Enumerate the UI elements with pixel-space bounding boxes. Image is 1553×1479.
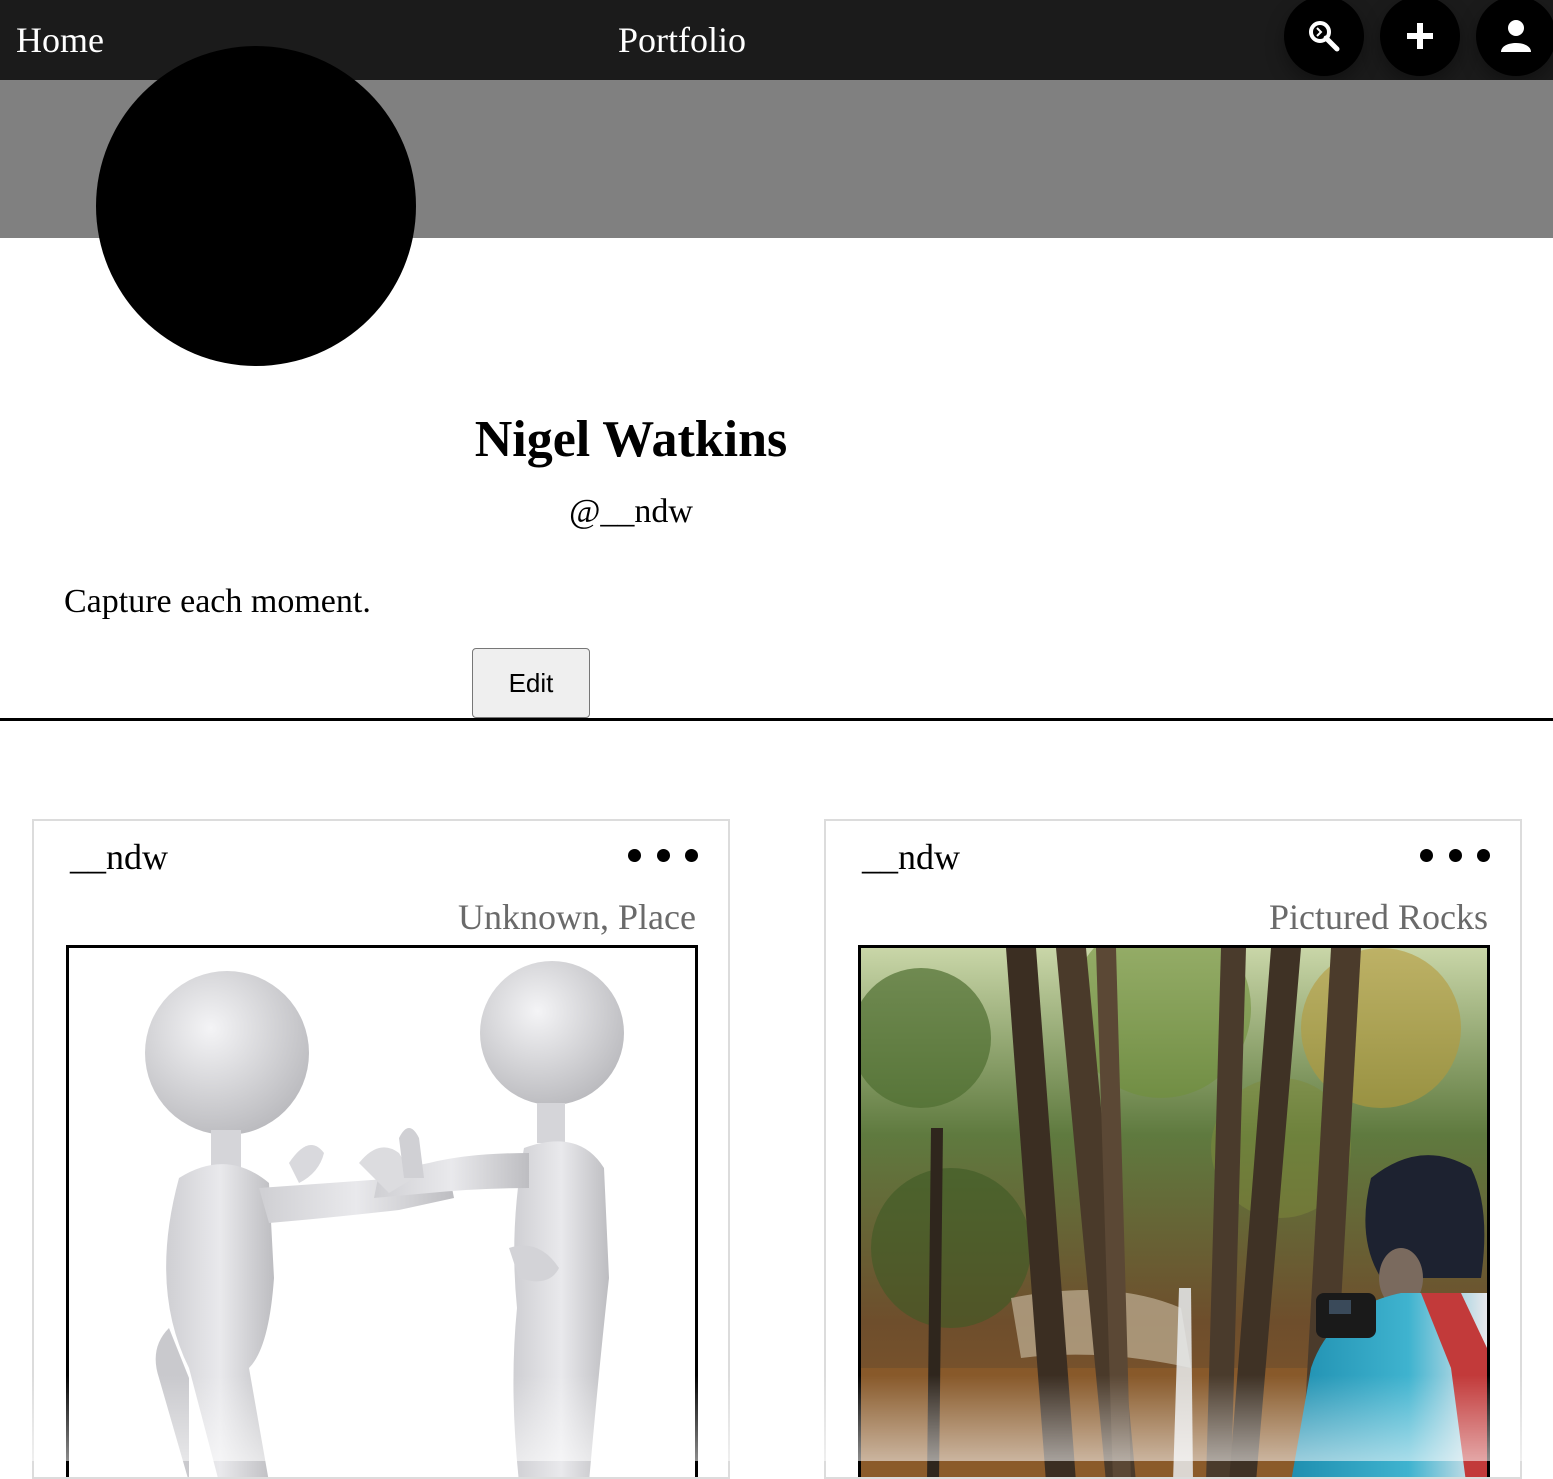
add-post-button[interactable]: [1380, 0, 1460, 76]
search-icon: [1306, 18, 1342, 54]
user-icon: [1499, 18, 1533, 54]
page-title: Portfolio: [618, 20, 747, 60]
post-photo[interactable]: [858, 945, 1490, 1477]
edit-profile-button[interactable]: Edit: [472, 648, 590, 718]
post-location: Unknown, Place: [458, 897, 696, 937]
more-dot-icon: [1477, 848, 1490, 862]
post-card: __ndw Pictured Rocks: [824, 819, 1522, 1479]
profile-button[interactable]: [1476, 0, 1553, 76]
more-dot-icon: [1420, 848, 1433, 862]
profile-bio: Capture each moment.: [64, 583, 371, 620]
search-button[interactable]: [1284, 0, 1364, 76]
post-username[interactable]: __ndw: [70, 835, 168, 879]
post-card: __ndw Unknown, Place: [32, 819, 730, 1479]
more-options-button[interactable]: [628, 843, 698, 867]
post-photo[interactable]: [66, 945, 698, 1477]
more-dot-icon: [628, 848, 641, 862]
post-username[interactable]: __ndw: [862, 835, 960, 879]
profile-name: Nigel Watkins: [474, 411, 788, 468]
post-location: Pictured Rocks: [1269, 897, 1488, 937]
more-dot-icon: [656, 848, 670, 862]
plus-icon: [1405, 21, 1435, 51]
profile-handle: @__ndw: [569, 493, 693, 530]
home-link[interactable]: Home: [16, 18, 104, 62]
section-divider: [0, 718, 1553, 721]
more-dot-icon: [1448, 848, 1462, 862]
more-options-button[interactable]: [1420, 843, 1490, 867]
avatar: [96, 46, 416, 366]
more-dot-icon: [685, 848, 698, 862]
